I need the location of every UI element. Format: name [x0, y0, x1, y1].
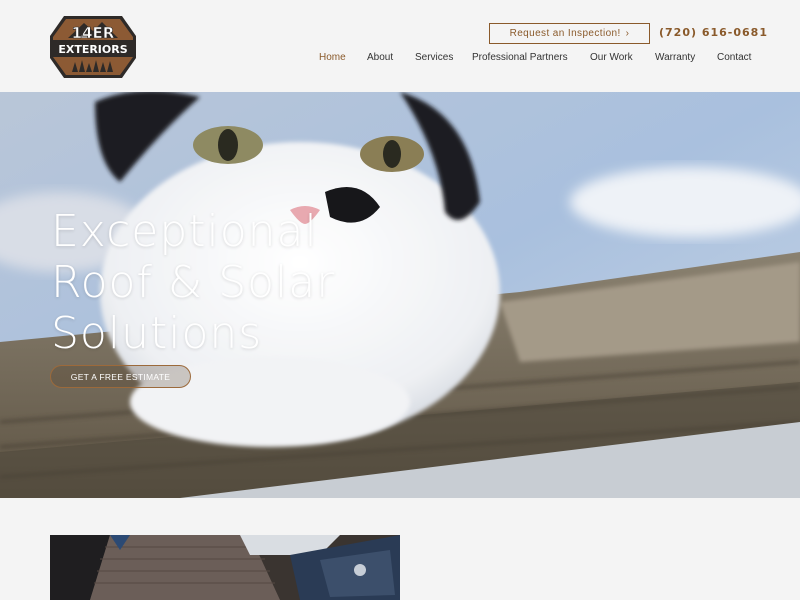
nav-item-services[interactable]: Services — [415, 52, 453, 63]
phone-number[interactable]: (720) 616-0681 — [659, 26, 768, 39]
free-estimate-button[interactable]: GET A FREE ESTIMATE — [50, 365, 191, 388]
hero-title-line: Exceptional — [51, 206, 318, 257]
hero-title-line: Roof & Solar — [51, 257, 336, 308]
projects-section — [0, 498, 800, 600]
nav-item-our-work[interactable]: Our Work — [590, 52, 633, 63]
site-header: 14ER EXTERIORS Request an Inspection! › … — [0, 0, 800, 92]
request-inspection-label: Request an Inspection! — [509, 28, 621, 39]
roof-project-image — [50, 535, 400, 600]
nav-item-about[interactable]: About — [367, 52, 393, 63]
nav-item-contact[interactable]: Contact — [717, 52, 751, 63]
request-inspection-button[interactable]: Request an Inspection! › — [489, 23, 650, 44]
logo-wordmark-top: 14ER — [72, 24, 115, 42]
brand-logo[interactable]: 14ER EXTERIORS — [50, 14, 136, 80]
hero-title: Exceptional Roof & Solar Solutions — [51, 206, 335, 359]
nav-item-warranty[interactable]: Warranty — [655, 52, 695, 63]
hero-banner: Exceptional Roof & Solar Solutions GET A… — [0, 92, 800, 498]
nav-item-home[interactable]: Home — [319, 52, 346, 63]
main-nav: Home About Services Professional Partner… — [0, 52, 800, 66]
nav-item-professional-partners[interactable]: Professional Partners — [472, 52, 568, 63]
chevron-right-icon: › — [625, 28, 630, 39]
hero-title-line: Solutions — [51, 308, 263, 359]
